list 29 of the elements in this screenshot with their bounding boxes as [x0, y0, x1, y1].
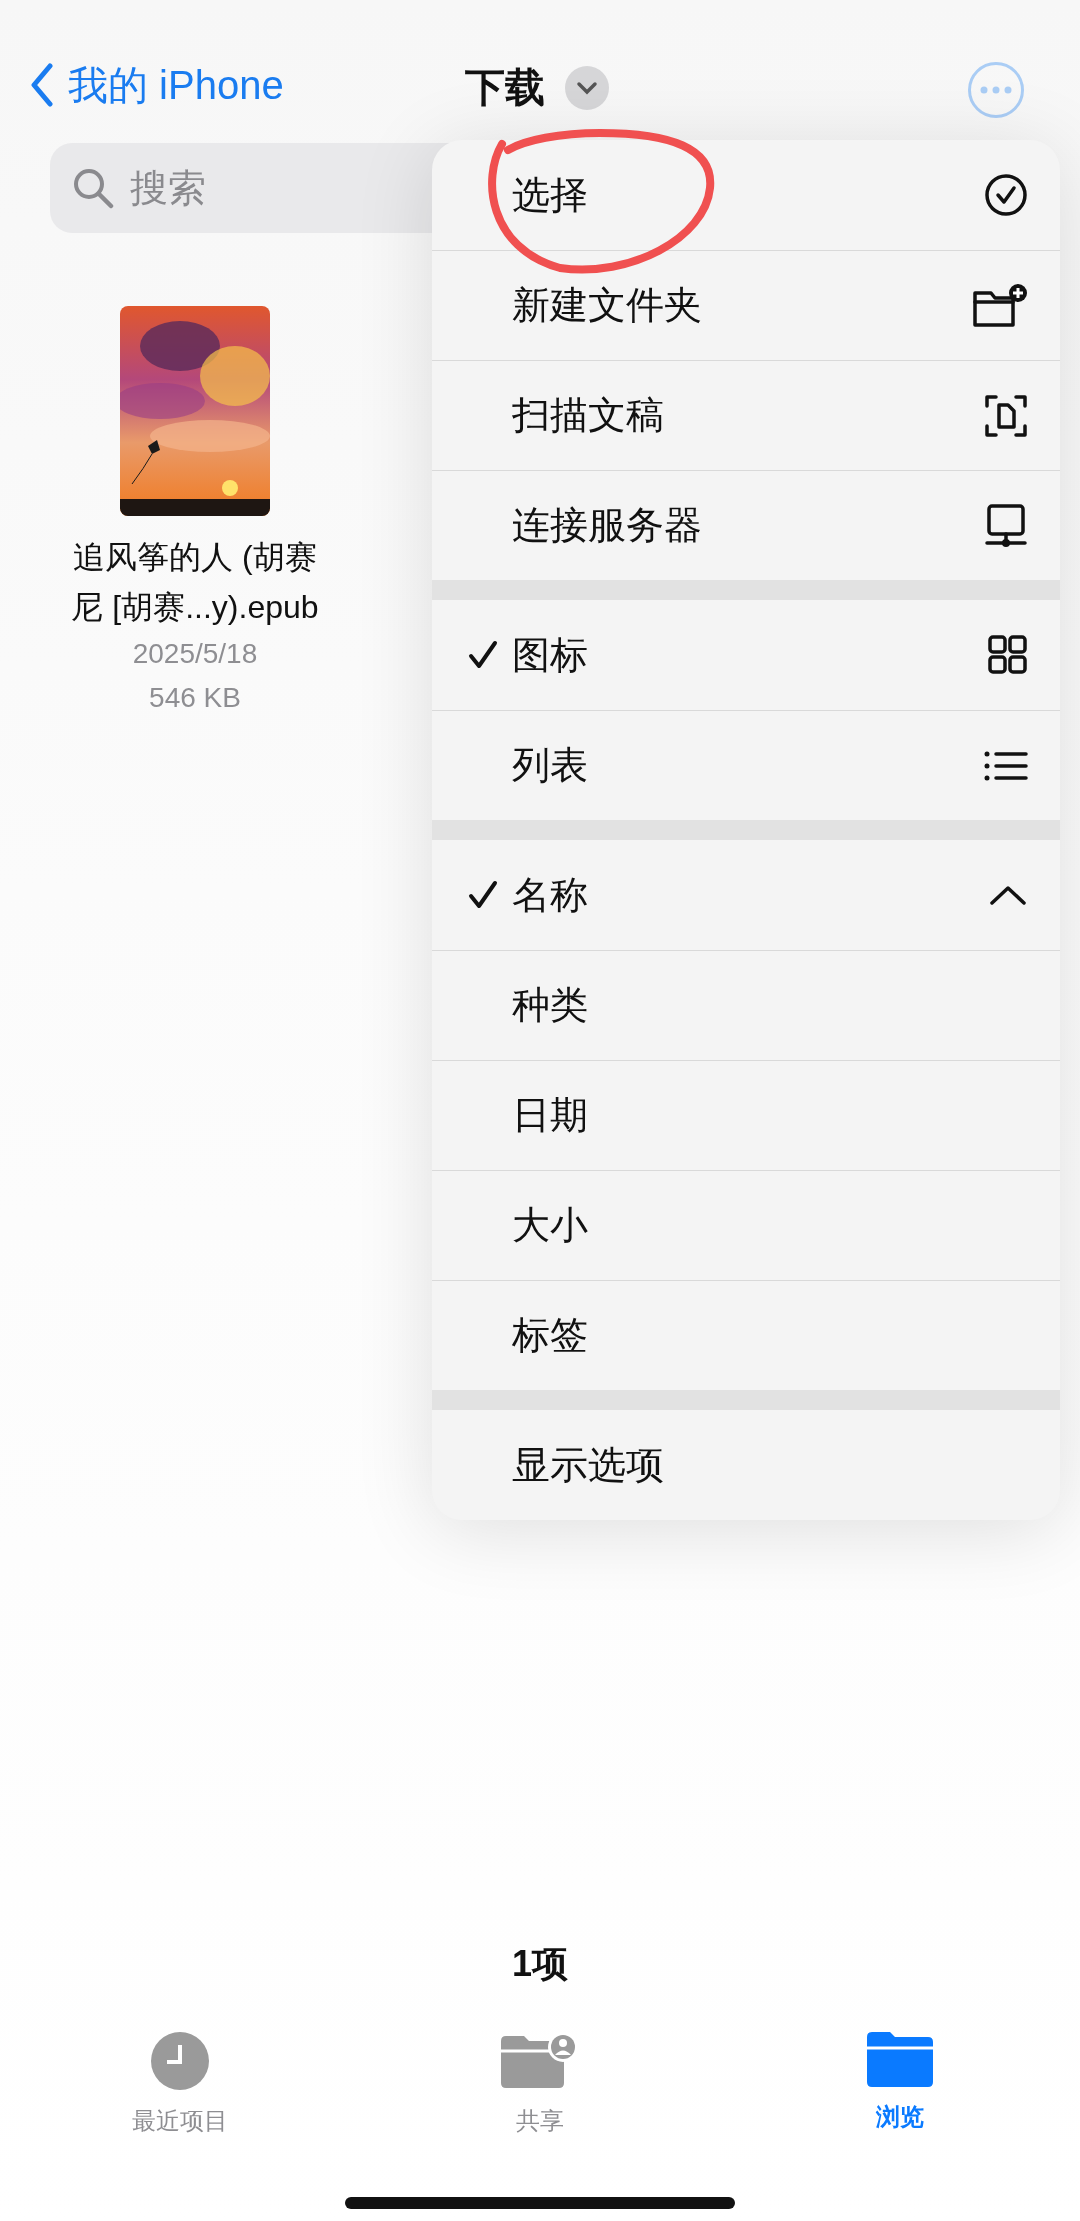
list-icon: [984, 749, 1028, 782]
tab-bar-item[interactable]: 浏览: [720, 2031, 1080, 2181]
grid-icon: [988, 635, 1028, 675]
clock-icon: [150, 2031, 210, 2091]
select-icon: [984, 173, 1028, 217]
folder-icon: [867, 2031, 933, 2087]
file-name[interactable]: 追风筝的人 (胡赛尼 [胡赛...y).epub: [64, 532, 326, 632]
file-size: 546 KB: [149, 681, 241, 715]
more-icon: [980, 86, 1012, 94]
back-chevron-icon: [30, 63, 54, 107]
chevron-down-icon: [576, 80, 598, 95]
menu-item[interactable]: 显示选项: [432, 1410, 1060, 1520]
menu-item[interactable]: 新建文件夹: [432, 250, 1060, 360]
file-date: 2025/5/18: [132, 637, 258, 671]
chevron-up-icon: [988, 883, 1028, 907]
menu-item[interactable]: 日期: [432, 1060, 1060, 1170]
menu-item[interactable]: 大小: [432, 1170, 1060, 1280]
menu-item[interactable]: 种类: [432, 950, 1060, 1060]
scan-document-icon: [984, 393, 1028, 438]
folder-title: 下载: [465, 64, 545, 111]
computer-network-icon: [984, 502, 1028, 549]
menu-item[interactable]: 图标: [432, 600, 1060, 710]
menu-item[interactable]: 扫描文稿: [432, 360, 1060, 470]
search-icon: [72, 167, 114, 209]
new-folder-icon: [972, 282, 1028, 329]
item-count: 1项: [512, 1942, 568, 1986]
title-menu-button[interactable]: [565, 65, 609, 110]
back-button[interactable]: 我的 iPhone: [30, 57, 284, 113]
menu-item[interactable]: 名称: [432, 840, 1060, 950]
